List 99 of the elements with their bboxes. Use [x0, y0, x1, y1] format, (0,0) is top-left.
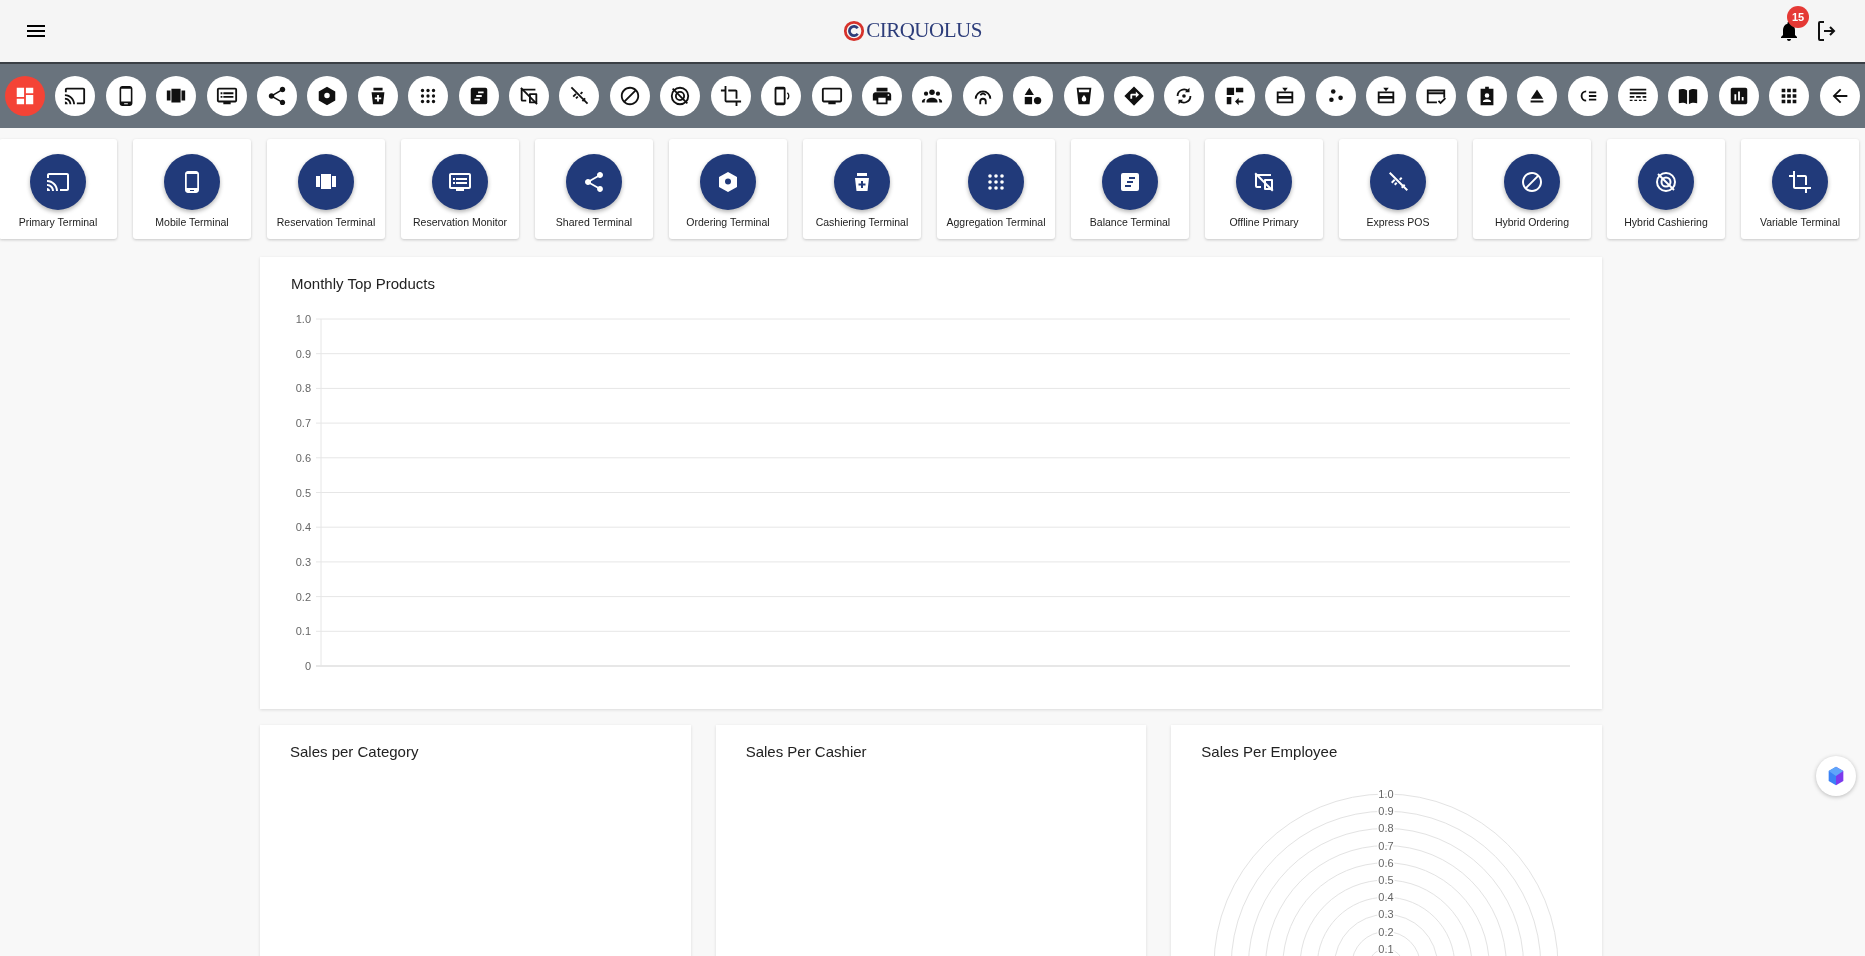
notification-count: 15: [1787, 6, 1809, 28]
toolbar-button[interactable]: [1214, 76, 1255, 116]
toolbar-button[interactable]: [357, 76, 398, 116]
toolbar-button[interactable]: [609, 76, 650, 116]
scale-label: 0.1: [1378, 942, 1394, 955]
scale-label: 1.0: [1378, 788, 1394, 800]
cast-icon: [46, 170, 70, 194]
toolbar-button[interactable]: [307, 76, 348, 116]
scale-label: 0.5: [1378, 874, 1394, 886]
block-icon: [1520, 170, 1544, 194]
terminal-tile[interactable]: Hybrid Cashiering: [1607, 139, 1725, 239]
logo-text: CIRQUOLUS: [866, 17, 982, 45]
card-title: Monthly Top Products: [290, 274, 436, 293]
toolbar-button[interactable]: [156, 76, 197, 116]
terminal-tile[interactable]: Cashiering Terminal: [803, 139, 921, 239]
terminal-tile[interactable]: Mobile Terminal: [133, 139, 251, 239]
toolbar-button[interactable]: [1265, 76, 1306, 116]
terminal-tile[interactable]: Reservation Terminal: [267, 139, 385, 239]
rings-slash-icon: [1654, 170, 1678, 194]
terminal-tile[interactable]: Shared Terminal: [535, 139, 653, 239]
toolbar-button[interactable]: [1517, 76, 1558, 116]
cast-icon: [64, 85, 87, 107]
monitor-off-icon: [1252, 170, 1276, 194]
scale-label: 0.4: [1378, 891, 1394, 904]
scale-label: 0.3: [1378, 908, 1394, 921]
block-icon: [618, 85, 641, 107]
monitor-off-icon: [518, 85, 541, 107]
terminal-tile[interactable]: Ordering Terminal: [669, 139, 787, 239]
card-title: Sales Per Employee: [1200, 742, 1339, 762]
scale-label: 0.2: [1378, 925, 1394, 938]
toolbar-button[interactable]: [1063, 76, 1104, 116]
axis-tick-label: 0.3: [295, 555, 311, 568]
axis-tick-label: 0.4: [295, 521, 311, 534]
logo-icon: [843, 20, 866, 42]
rings-slash-icon: [669, 85, 692, 107]
axis-tick-label: 0.9: [295, 347, 311, 360]
toolbar-button[interactable]: [1718, 76, 1759, 116]
toolbar-button[interactable]: [105, 76, 146, 116]
toolbar-button[interactable]: [1365, 76, 1406, 116]
diamond-arrow-icon: [1122, 85, 1145, 107]
monitor-list-icon: [215, 85, 238, 107]
toolbar-button[interactable]: [761, 76, 802, 116]
toolbar-button[interactable]: [559, 76, 600, 116]
toolbar-button[interactable]: [1466, 76, 1507, 116]
share-icon: [582, 170, 606, 194]
toolbar-button[interactable]: [1013, 76, 1054, 116]
toolbar-button[interactable]: [55, 76, 96, 116]
axis-tick-label: 0.1: [295, 625, 311, 638]
toolbar-button[interactable]: [660, 76, 701, 116]
toolbar-button[interactable]: [1819, 76, 1860, 116]
scale-label: 0.9: [1378, 805, 1394, 818]
axis-tick-label: 0.8: [295, 382, 311, 395]
toolbar-button[interactable]: [408, 76, 449, 116]
axis-tick-label: 0: [304, 660, 311, 672]
axis-tick-label: 0.6: [295, 451, 311, 464]
monitor-list-icon: [448, 170, 472, 194]
crop-icon: [1788, 170, 1812, 194]
toolbar-button[interactable]: [710, 76, 751, 116]
terminal-tile[interactable]: Hybrid Ordering: [1473, 139, 1591, 239]
toolbar-button[interactable]: [1618, 76, 1658, 116]
toolbar-button[interactable]: [1567, 76, 1608, 116]
toolbar-button[interactable]: [1668, 76, 1709, 116]
toolbar-button[interactable]: [509, 76, 550, 116]
scale-label: 0.6: [1378, 856, 1394, 869]
axis-tick-label: 0.2: [295, 590, 311, 603]
toolbar-button[interactable]: [861, 76, 902, 116]
toolbar-button[interactable]: [1769, 76, 1810, 116]
axis-tick-label: 1.0: [295, 313, 311, 325]
terminal-tile[interactable]: Variable Terminal: [1741, 139, 1859, 239]
printer-icon: [870, 85, 893, 107]
note-icon: [1118, 170, 1142, 194]
toolbar-button[interactable]: [962, 76, 1003, 116]
axis-tick-label: 0.5: [295, 486, 311, 499]
toolbar-button[interactable]: [1164, 76, 1205, 116]
link-off-icon: [568, 85, 591, 107]
link-off-icon: [1386, 170, 1410, 194]
scale-label: 0.7: [1378, 839, 1394, 852]
terminal-tile[interactable]: Primary Terminal: [0, 139, 117, 239]
terminal-tile[interactable]: Reservation Monitor: [401, 139, 519, 239]
toolbar-button[interactable]: [1416, 76, 1457, 116]
terminal-tile[interactable]: Express POS: [1339, 139, 1457, 239]
card-title: Sales Per Cashier: [744, 742, 868, 762]
dashboard-icon: [14, 85, 36, 107]
toolbar-button[interactable]: [1315, 76, 1356, 116]
toolbar-button[interactable]: [912, 76, 953, 116]
toolbar-button[interactable]: [811, 76, 852, 116]
floating-button[interactable]: [1816, 756, 1856, 796]
toolbar-button[interactable]: [206, 76, 247, 116]
toolbar-button[interactable]: [257, 76, 298, 116]
axis-tick-label: 0.7: [295, 417, 311, 430]
toolbar-button[interactable]: [1113, 76, 1154, 116]
tv-icon: [820, 85, 843, 107]
terminal-tile[interactable]: Balance Terminal: [1071, 139, 1189, 239]
terminal-tile[interactable]: Offline Primary: [1205, 139, 1323, 239]
terminal-tile[interactable]: Aggregation Terminal: [937, 139, 1055, 239]
card-title: Sales per Category: [289, 742, 420, 762]
toolbar-button[interactable]: [458, 76, 499, 116]
crop-icon: [719, 85, 742, 107]
scale-label: 0.8: [1378, 822, 1394, 835]
